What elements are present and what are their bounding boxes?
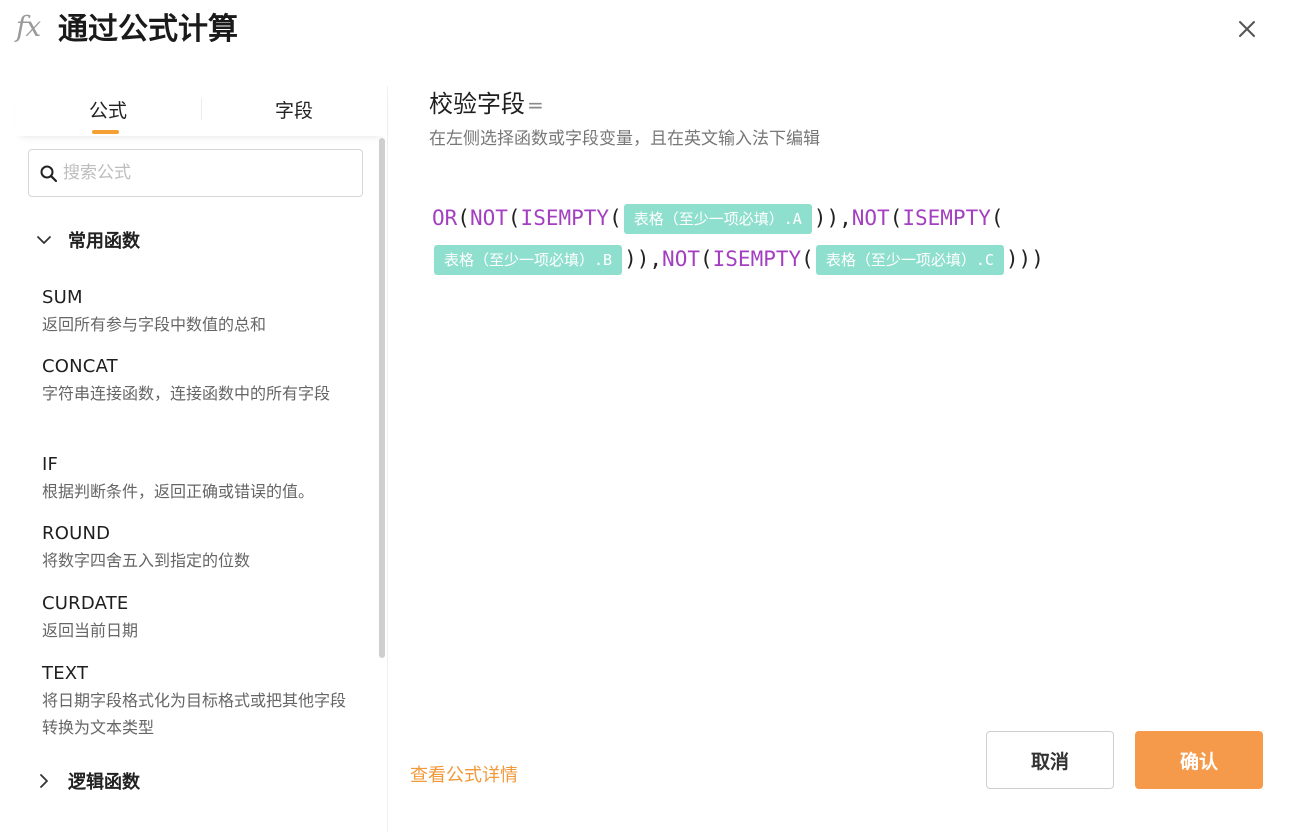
sidebar-tabs: 公式 字段 bbox=[15, 86, 387, 136]
function-token-isempty: ISEMPTY bbox=[902, 206, 991, 230]
function-name: ROUND bbox=[42, 523, 111, 544]
equals-sign: = bbox=[527, 93, 544, 117]
active-tab-indicator bbox=[92, 130, 119, 134]
field-chip-suffix: .C bbox=[975, 251, 994, 269]
function-item-concat[interactable]: CONCAT 字符串连接函数，连接函数中的所有字段 bbox=[42, 354, 352, 407]
cancel-button[interactable]: 取消 bbox=[986, 731, 1114, 789]
function-token-not: NOT bbox=[662, 247, 700, 271]
paren-token: ) bbox=[1005, 247, 1019, 271]
fx-icon: fx bbox=[16, 10, 41, 43]
function-token-not: NOT bbox=[469, 206, 508, 230]
function-description: 返回所有参与字段中数值的总和 bbox=[42, 315, 267, 334]
search-icon bbox=[40, 165, 58, 183]
group-title: 逻辑函数 bbox=[68, 772, 140, 793]
dialog-header: fx 通过公式计算 bbox=[0, 0, 1294, 64]
function-name: IF bbox=[42, 454, 59, 475]
field-chip-c[interactable]: 表格（至少一项必填）.C bbox=[815, 245, 1004, 275]
paren-token: ) bbox=[826, 206, 840, 230]
paren-token: ( bbox=[699, 247, 713, 271]
scrollbar-thumb[interactable] bbox=[379, 138, 385, 658]
tab-field[interactable]: 字段 bbox=[275, 96, 313, 123]
function-item-round[interactable]: ROUND 将数字四舍五入到指定的位数 bbox=[42, 521, 352, 574]
paren-token: ( bbox=[889, 206, 903, 230]
function-description: 将日期字段格式化为目标格式或把其他字段转换为文本类型 bbox=[42, 691, 347, 737]
confirm-button[interactable]: 确认 bbox=[1135, 731, 1263, 789]
close-icon[interactable] bbox=[1232, 14, 1262, 44]
function-name: CONCAT bbox=[42, 356, 118, 377]
function-token-isempty: ISEMPTY bbox=[712, 247, 802, 271]
paren-token: ) bbox=[1018, 247, 1032, 271]
group-title: 常用函数 bbox=[68, 231, 140, 252]
panel-divider bbox=[387, 86, 388, 832]
paren-token: ) bbox=[624, 247, 637, 271]
function-token-isempty: ISEMPTY bbox=[520, 206, 610, 230]
function-item-sum[interactable]: SUM 返回所有参与字段中数值的总和 bbox=[42, 285, 352, 338]
field-chip-suffix: .A bbox=[783, 210, 802, 228]
function-description: 将数字四舍五入到指定的位数 bbox=[42, 551, 251, 570]
function-description: 返回当前日期 bbox=[42, 621, 139, 640]
function-name: CURDATE bbox=[42, 593, 129, 614]
tab-divider bbox=[201, 98, 202, 120]
paren-token: ) bbox=[1031, 247, 1044, 271]
editor-hint: 在左侧选择函数或字段变量，且在英文输入法下编辑 bbox=[429, 129, 820, 149]
comma-token: , bbox=[839, 206, 852, 230]
close-button[interactable] bbox=[1232, 14, 1262, 44]
formula-details-link[interactable]: 查看公式详情 bbox=[410, 761, 518, 787]
paren-token: ( bbox=[801, 247, 814, 271]
chevron-down-icon bbox=[37, 236, 51, 244]
function-description: 字符串连接函数，连接函数中的所有字段 bbox=[42, 384, 331, 403]
function-item-if[interactable]: IF 根据判断条件，返回正确或错误的值。 bbox=[42, 452, 352, 505]
function-name: SUM bbox=[42, 287, 83, 308]
paren-token: ) bbox=[636, 247, 650, 271]
paren-token: ( bbox=[609, 206, 622, 230]
paren-token: ( bbox=[457, 206, 470, 230]
function-item-curdate[interactable]: CURDATE 返回当前日期 bbox=[42, 591, 352, 644]
target-field-title: 校验字段 = bbox=[429, 86, 544, 123]
field-chip-a[interactable]: 表格（至少一项必填）.A bbox=[623, 204, 812, 234]
formula-sidebar: 公式 字段 常用函数 SUM 返回所有参与字段中数值的总和 CONCAT 字符串… bbox=[15, 86, 387, 832]
comma-token: , bbox=[649, 247, 663, 271]
field-chip-suffix: .B bbox=[594, 251, 613, 269]
tab-formula[interactable]: 公式 bbox=[89, 96, 127, 123]
paren-token: ) bbox=[813, 206, 827, 230]
field-chip-b[interactable]: 表格（至少一项必填）.B bbox=[434, 245, 623, 275]
paren-token: ( bbox=[990, 206, 1004, 230]
field-chip-label: 表格（至少一项必填） bbox=[633, 210, 784, 228]
function-item-text[interactable]: TEXT 将日期字段格式化为目标格式或把其他字段转换为文本类型 bbox=[42, 661, 352, 741]
paren-token: ( bbox=[507, 206, 521, 230]
field-name: 校验字段 bbox=[429, 90, 525, 118]
function-token-not: NOT bbox=[851, 206, 890, 230]
function-description: 根据判断条件，返回正确或错误的值。 bbox=[42, 482, 315, 501]
field-chip-label: 表格（至少一项必填） bbox=[825, 251, 976, 269]
field-chip-label: 表格（至少一项必填） bbox=[444, 251, 595, 269]
search-input[interactable] bbox=[63, 160, 353, 186]
chevron-right-icon bbox=[40, 774, 48, 788]
search-box[interactable] bbox=[28, 149, 363, 197]
function-name: TEXT bbox=[42, 663, 89, 684]
dialog-title: 通过公式计算 bbox=[58, 12, 238, 47]
formula-editor[interactable]: OR(NOT(ISEMPTY(表格（至少一项必填）.A)),NOT(ISEMPT… bbox=[432, 198, 1192, 280]
function-token-or: OR bbox=[432, 206, 458, 230]
